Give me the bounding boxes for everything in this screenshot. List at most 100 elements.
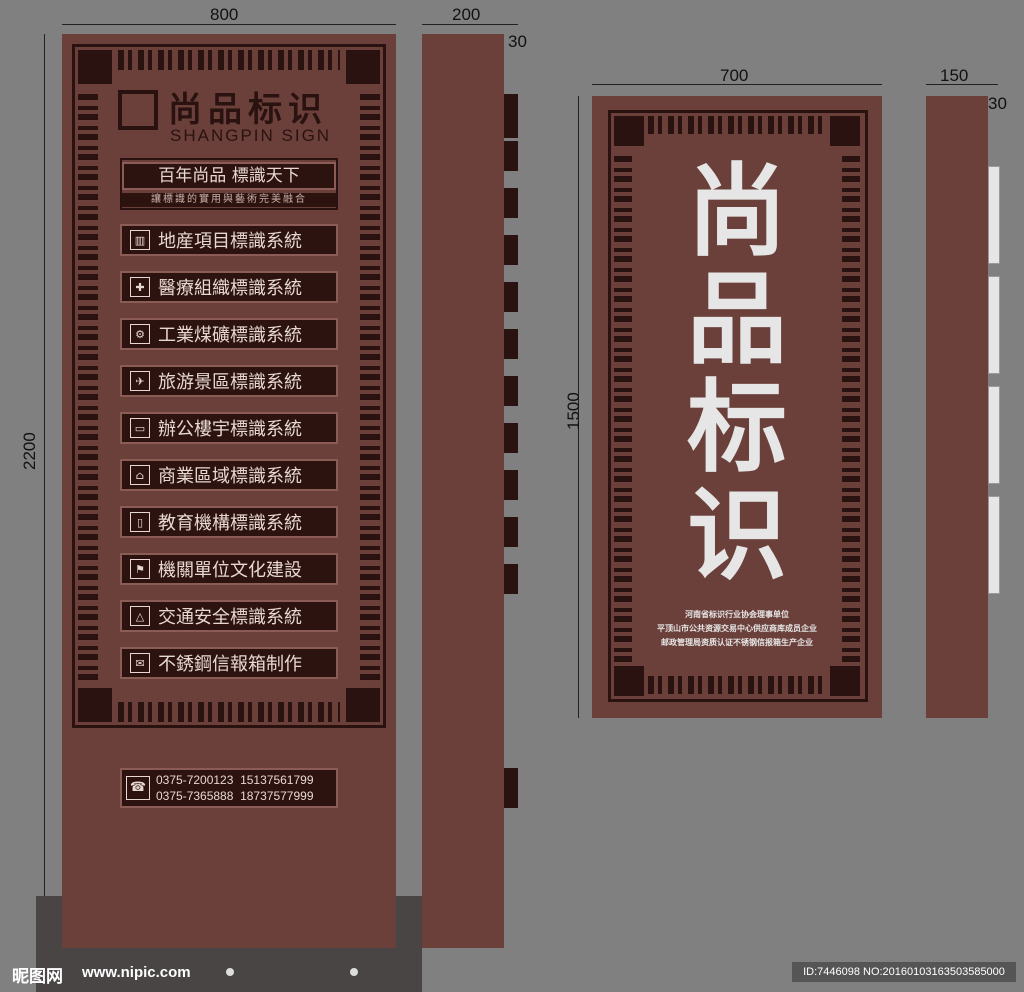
right-side-tab-1 (988, 166, 1000, 264)
building-icon: ▥ (130, 230, 150, 250)
right-frame-pattern-left (614, 152, 632, 662)
right-corner-br (828, 664, 862, 698)
category-label: 工業煤礦標識系統 (158, 325, 302, 346)
side-tick (504, 329, 518, 359)
category-label: 醫療組織標識系統 (158, 278, 302, 299)
traffic-icon: △ (130, 606, 150, 626)
big-char-2: 品 (687, 261, 787, 378)
frame-corner-br (344, 686, 382, 724)
phone-line-2: 0375-7365888 18737577999 (156, 789, 314, 803)
left-side-view (422, 34, 504, 948)
right-sign-info: 河南省标识行业协会理事单位 平顶山市公共资源交易中心供应商库成员企业 邮政管理局… (632, 608, 842, 650)
right-corner-tr (828, 114, 862, 148)
right-side-view (926, 96, 988, 718)
flag-icon: ⚑ (130, 559, 150, 579)
dim-right-width: 700 (720, 66, 749, 85)
category-item: ▥ 地産項目標識系統 (120, 224, 338, 256)
category-label: 旅游景區標識系統 (158, 372, 302, 393)
frame-corner-tr (344, 48, 382, 86)
logo-mark-icon (118, 90, 158, 130)
dim-left-depth-thin: 30 (508, 32, 527, 51)
right-corner-bl (612, 664, 646, 698)
shop-icon: ⌂ (130, 465, 150, 485)
watermark-logo: 昵图网 (12, 967, 63, 987)
travel-icon: ✈ (130, 371, 150, 391)
info-line-2: 平顶山市公共资源交易中心供应商库成员企业 (657, 624, 817, 633)
category-item: ✚ 醫療組織標識系統 (120, 271, 338, 303)
slogan-subtext: 讓標識的實用與藝術完美融合 (122, 193, 336, 207)
slogan-text: 百年尚品 標識天下 (122, 162, 336, 190)
category-label: 地産項目標識系統 (158, 231, 302, 252)
category-label: 不銹鋼信報箱制作 (158, 654, 302, 675)
bolt-right (350, 968, 358, 976)
left-sign-panel-lower (62, 896, 396, 948)
image-id: ID:7446098 NO:20160103163503585000 (792, 962, 1016, 982)
category-label: 交通安全標識系統 (158, 607, 302, 628)
right-sign-panel: 尚 品 标 识 河南省标识行业协会理事单位 平顶山市公共资源交易中心供应商库成员… (592, 96, 882, 718)
side-tick (504, 141, 518, 171)
category-label: 教育機構標識系統 (158, 513, 302, 534)
dim-right-height: 1500 (564, 392, 583, 430)
category-item: △ 交通安全標識系統 (120, 600, 338, 632)
dim-line-left-height (44, 34, 45, 948)
right-corner-tl (612, 114, 646, 148)
bolt-left (226, 968, 234, 976)
info-line-1: 河南省标识行业协会理事单位 (685, 610, 789, 619)
frame-pattern-left (78, 90, 98, 680)
right-frame-pattern-bottom (648, 676, 828, 694)
big-char-3: 标 (687, 369, 787, 486)
dim-left-height: 2200 (20, 432, 39, 470)
left-sign-panel: 尚品标识 SHANGPIN SIGN 百年尚品 標識天下 讓標識的實用與藝術完美… (62, 34, 396, 948)
side-tick (504, 188, 518, 218)
phone-box: ☎ 0375-7200123 15137561799 0375-7365888 … (120, 768, 338, 808)
right-side-tab-4 (988, 496, 1000, 594)
frame-corner-tl (76, 48, 114, 86)
dim-right-depth-thin: 30 (988, 94, 1007, 113)
phone-line-1: 0375-7200123 15137561799 (156, 773, 314, 787)
side-tick (504, 470, 518, 500)
side-tick (504, 376, 518, 406)
frame-pattern-bottom (118, 702, 340, 722)
category-item: ⚙ 工業煤礦標識系統 (120, 318, 338, 350)
frame-pattern-top (118, 50, 340, 70)
logo-english: SHANGPIN SIGN (170, 126, 332, 145)
book-icon: ▯ (130, 512, 150, 532)
info-line-3: 邮政管理局资质认证不锈钢信报箱生产企业 (661, 638, 813, 647)
side-tick (504, 564, 518, 594)
right-frame-pattern-top (648, 116, 828, 134)
watermark-url: www.nipic.com (82, 964, 191, 981)
category-item: ✉ 不銹鋼信報箱制作 (120, 647, 338, 679)
category-item: ⚑ 機關單位文化建設 (120, 553, 338, 585)
right-sign-big-text: 尚 品 标 识 (677, 158, 797, 590)
right-frame-pattern-right (842, 152, 860, 662)
side-tick (504, 282, 518, 312)
dim-right-depth: 150 (940, 66, 969, 85)
category-item: ▯ 教育機構標識系統 (120, 506, 338, 538)
slogan-box: 百年尚品 標識天下 讓標識的實用與藝術完美融合 (120, 158, 338, 210)
right-side-tab-2 (988, 276, 1000, 374)
category-label: 商業區域標識系統 (158, 466, 302, 487)
side-tick (504, 423, 518, 453)
big-char-1: 尚 (687, 153, 787, 270)
category-item: ▭ 辦公樓宇標識系統 (120, 412, 338, 444)
phone-icon: ☎ (126, 776, 150, 800)
dim-left-width: 800 (210, 5, 239, 24)
frame-pattern-right (360, 90, 380, 680)
side-tick (504, 517, 518, 547)
frame-corner-bl (76, 686, 114, 724)
side-tick (504, 235, 518, 265)
category-label: 辦公樓宇標識系統 (158, 419, 302, 440)
dim-left-depth: 200 (452, 5, 481, 24)
logo-chinese: 尚品标识 (168, 90, 328, 130)
mailbox-icon: ✉ (130, 653, 150, 673)
category-item: ✈ 旅游景區標識系統 (120, 365, 338, 397)
side-tick-phone (504, 768, 518, 808)
medical-icon: ✚ (130, 277, 150, 297)
gear-icon: ⚙ (130, 324, 150, 344)
side-tick (504, 94, 518, 138)
category-label: 機關單位文化建設 (158, 560, 302, 581)
computer-icon: ▭ (130, 418, 150, 438)
right-side-tab-3 (988, 386, 1000, 484)
big-char-4: 识 (687, 477, 787, 594)
category-item: ⌂ 商業區域標識系統 (120, 459, 338, 491)
